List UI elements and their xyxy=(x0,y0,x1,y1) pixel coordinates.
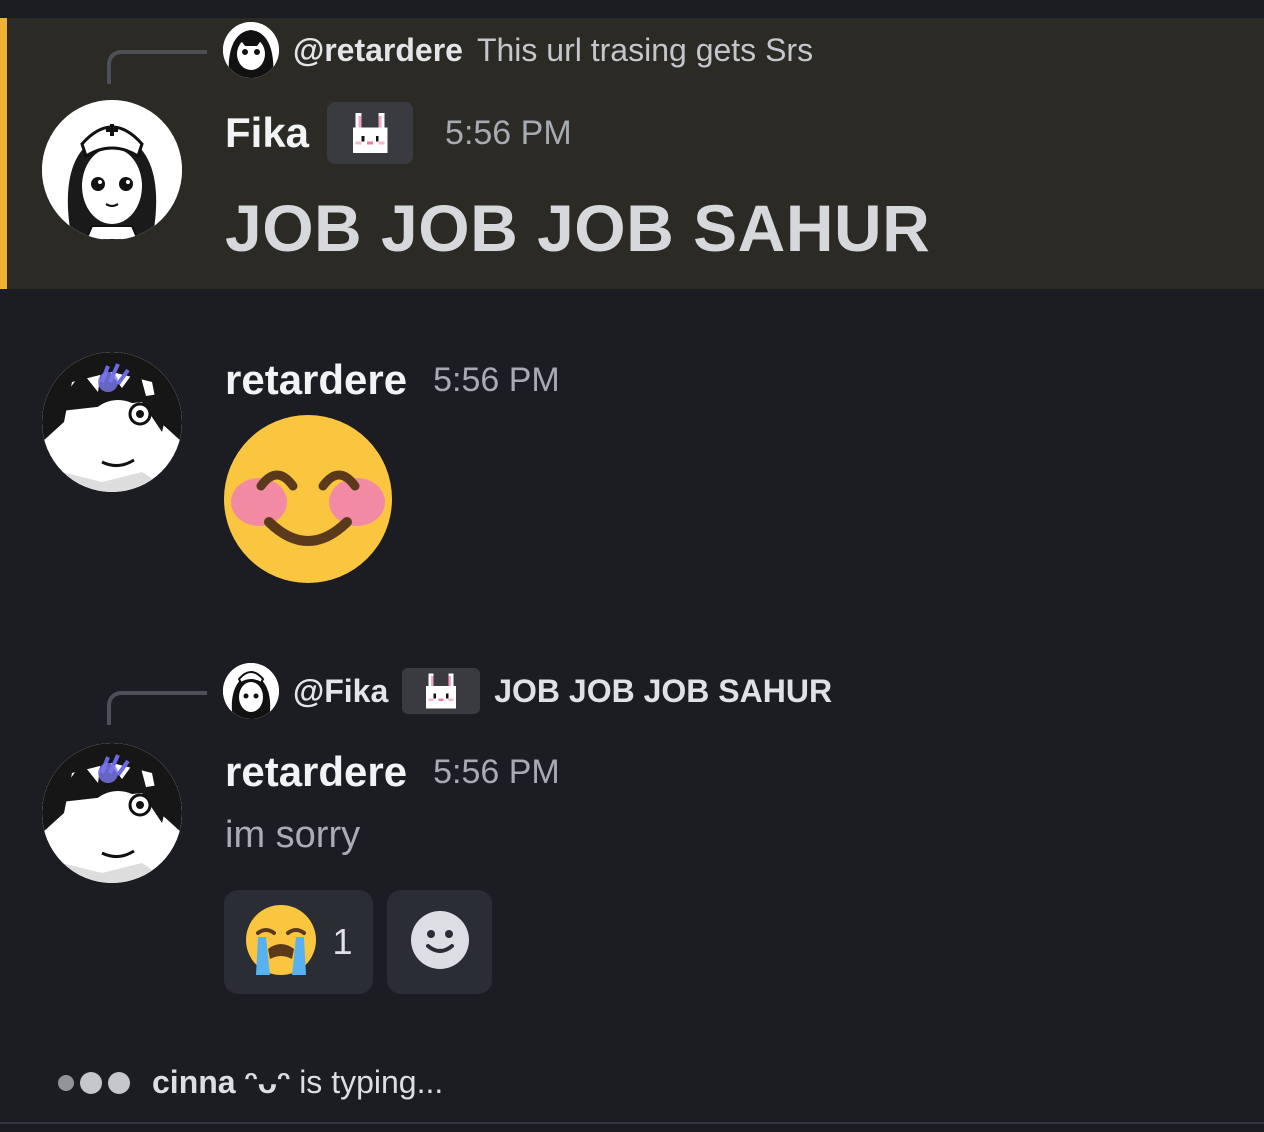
reaction-count: 1 xyxy=(332,921,353,962)
reply-preview[interactable]: @Fika JOB JOB JOB SAHUR xyxy=(223,661,832,721)
author-name[interactable]: Fika xyxy=(225,109,309,157)
avatar-fika[interactable] xyxy=(42,100,182,240)
message-header: retardere 5:56 PM xyxy=(225,748,560,796)
timestamp[interactable]: 5:56 PM xyxy=(433,361,560,400)
reply-avatar xyxy=(223,663,279,719)
bunny-pixel-icon[interactable] xyxy=(402,668,481,714)
typing-dot xyxy=(108,1071,130,1094)
typing-dot xyxy=(58,1074,74,1091)
message-content: im sorry xyxy=(225,814,361,856)
avatar-retardere[interactable] xyxy=(42,352,182,492)
typing-indicator: cinna ᵔᴗᵔ is typing... xyxy=(58,1064,443,1101)
message-fika[interactable]: @retardere This url trasing gets Srs Fik… xyxy=(0,18,1264,289)
reply-mention[interactable]: @retardere xyxy=(293,32,463,69)
reply-connector xyxy=(107,50,207,84)
bunny-pixel-icon[interactable] xyxy=(327,102,414,164)
add-reaction-icon xyxy=(410,910,470,975)
reaction-loudly-crying[interactable]: 1 xyxy=(224,890,373,994)
reply-connector xyxy=(107,691,207,725)
typing-text: cinna ᵔᴗᵔ is typing... xyxy=(152,1064,443,1101)
mention-accent-bar xyxy=(0,18,7,289)
top-strip xyxy=(0,0,1264,18)
reply-preview[interactable]: @retardere This url trasing gets Srs xyxy=(223,20,813,80)
divider xyxy=(0,1122,1264,1124)
avatar-retardere[interactable] xyxy=(42,743,182,883)
typing-suffix: is typing... xyxy=(290,1064,444,1100)
reply-text: This url trasing gets Srs xyxy=(476,31,814,68)
smiling-face-with-smiling-eyes-emoji[interactable] xyxy=(223,414,393,584)
timestamp[interactable]: 5:56 PM xyxy=(433,753,560,792)
message-header: retardere 5:56 PM xyxy=(225,356,560,404)
message-content: JOB JOB JOB SAHUR xyxy=(225,191,931,265)
message-header: Fika 5:56 PM xyxy=(225,102,572,164)
reply-avatar xyxy=(223,22,279,78)
reply-text: JOB JOB JOB SAHUR xyxy=(494,672,833,709)
author-name[interactable]: retardere xyxy=(225,748,407,796)
add-reaction-button[interactable] xyxy=(387,890,492,994)
author-name[interactable]: retardere xyxy=(225,356,407,404)
typing-dot xyxy=(80,1071,102,1094)
typing-user[interactable]: cinna ᵔᴗᵔ xyxy=(152,1064,290,1100)
timestamp[interactable]: 5:56 PM xyxy=(445,114,572,153)
reply-mention[interactable]: @Fika xyxy=(293,673,388,710)
loudly-crying-face-emoji xyxy=(244,903,318,982)
